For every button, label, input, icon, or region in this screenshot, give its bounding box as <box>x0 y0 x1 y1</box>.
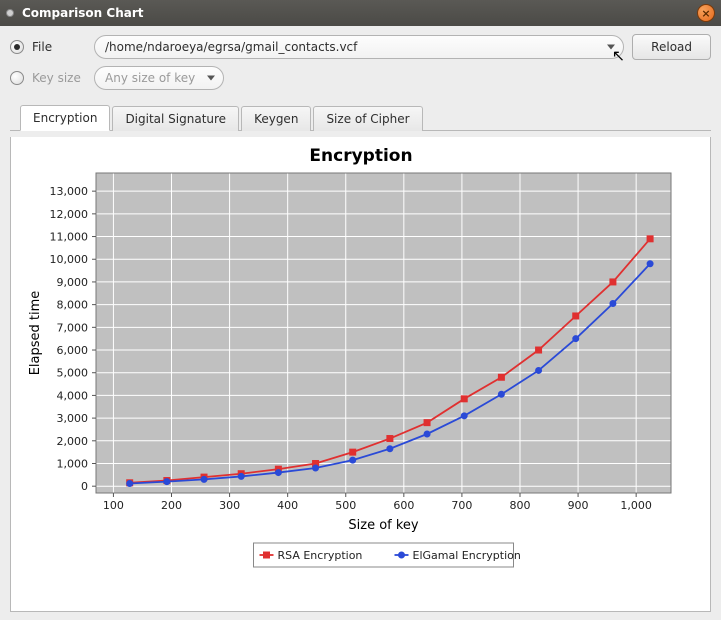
keysize-radio[interactable] <box>10 71 24 85</box>
file-combo-value: /home/ndaroeya/egrsa/gmail_contacts.vcf <box>105 40 357 54</box>
file-radio[interactable] <box>10 40 24 54</box>
file-combo[interactable]: /home/ndaroeya/egrsa/gmail_contacts.vcf … <box>94 35 624 59</box>
chevron-down-icon <box>607 45 615 50</box>
svg-text:11,000: 11,000 <box>50 231 89 244</box>
svg-text:800: 800 <box>509 499 530 512</box>
svg-text:2,000: 2,000 <box>57 435 89 448</box>
svg-text:200: 200 <box>161 499 182 512</box>
keysize-label: Key size <box>32 71 86 85</box>
chevron-down-icon <box>207 76 215 81</box>
svg-text:13,000: 13,000 <box>50 185 89 198</box>
svg-text:12,000: 12,000 <box>50 208 89 221</box>
svg-text:Encryption: Encryption <box>309 146 412 166</box>
keysize-combo-value: Any size of key <box>105 71 195 85</box>
file-label: File <box>32 40 86 54</box>
svg-text:8,000: 8,000 <box>57 299 89 312</box>
svg-text:5,000: 5,000 <box>57 367 89 380</box>
svg-text:6,000: 6,000 <box>57 344 89 357</box>
svg-text:4,000: 4,000 <box>57 389 89 402</box>
tab-keygen[interactable]: Keygen <box>241 106 311 131</box>
svg-text:500: 500 <box>335 499 356 512</box>
svg-text:9,000: 9,000 <box>57 276 89 289</box>
titlebar: Comparison Chart × <box>0 0 721 26</box>
svg-text:700: 700 <box>451 499 472 512</box>
reload-button-label: Reload <box>651 40 692 54</box>
svg-text:3,000: 3,000 <box>57 412 89 425</box>
svg-text:Elapsed time: Elapsed time <box>28 291 43 376</box>
app-icon <box>6 9 14 17</box>
encryption-chart: Encryption 100 200 300 400 500 600 700 800 900 1,0… <box>21 143 700 598</box>
svg-text:RSA Encryption: RSA Encryption <box>278 549 363 562</box>
svg-text:1,000: 1,000 <box>620 499 652 512</box>
svg-text:ElGamal Encryption: ElGamal Encryption <box>413 549 521 562</box>
svg-text:100: 100 <box>103 499 124 512</box>
svg-text:600: 600 <box>393 499 414 512</box>
tab-encryption[interactable]: Encryption <box>20 105 110 131</box>
tab-digital-signature[interactable]: Digital Signature <box>112 106 239 131</box>
window-title: Comparison Chart <box>22 6 143 20</box>
svg-text:400: 400 <box>277 499 298 512</box>
svg-text:Size of key: Size of key <box>348 518 419 533</box>
svg-text:0: 0 <box>81 480 88 493</box>
svg-text:10,000: 10,000 <box>50 253 89 266</box>
close-icon[interactable]: × <box>697 4 715 22</box>
svg-text:7,000: 7,000 <box>57 321 89 334</box>
reload-button[interactable]: Reload <box>632 34 711 60</box>
keysize-combo: Any size of key <box>94 66 224 90</box>
tab-bar: EncryptionDigital SignatureKeygenSize of… <box>10 104 711 131</box>
svg-text:1,000: 1,000 <box>57 457 89 470</box>
svg-text:900: 900 <box>568 499 589 512</box>
tab-size-of-cipher[interactable]: Size of Cipher <box>313 106 422 131</box>
svg-text:300: 300 <box>219 499 240 512</box>
chart-area: Encryption 100 200 300 400 500 600 700 800 900 1,0… <box>10 137 711 612</box>
